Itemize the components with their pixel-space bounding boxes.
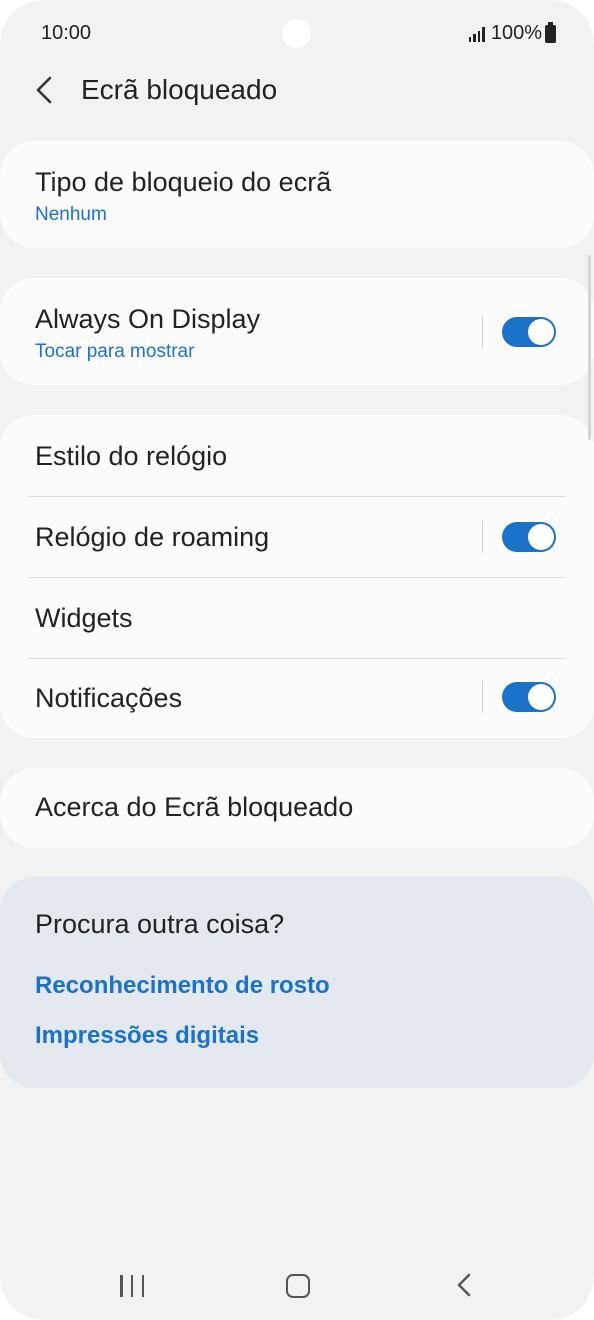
notifications-title: Notificações	[35, 683, 183, 713]
scrollbar[interactable]	[588, 255, 591, 440]
clock-style-row[interactable]: Estilo do relógio	[0, 415, 594, 496]
about-card: Acerca do Ecrã bloqueado	[0, 768, 594, 848]
roaming-clock-title: Relógio de roaming	[35, 522, 270, 552]
row-separator	[482, 316, 483, 348]
lock-type-value: Nenhum	[35, 204, 107, 225]
home-icon[interactable]	[286, 1274, 310, 1298]
about-title: Acerca do Ecrã bloqueado	[35, 792, 354, 822]
back-button[interactable]	[28, 70, 64, 110]
navigation-bar	[0, 1250, 594, 1320]
status-time: 10:00	[41, 22, 92, 44]
chevron-left-icon	[36, 76, 52, 104]
lock-type-title: Tipo de bloqueio do ecrã	[35, 167, 332, 197]
toggle-knob	[528, 524, 554, 550]
always-on-title: Always On Display	[35, 304, 261, 334]
always-on-toggle[interactable]	[502, 317, 556, 347]
status-indicators: 100%	[468, 21, 556, 45]
always-on-row[interactable]: Always On Display Tocar para mostrar	[0, 278, 594, 385]
camera-cutout	[282, 19, 311, 48]
always-on-subtitle: Tocar para mostrar	[35, 341, 195, 362]
roaming-clock-row[interactable]: Relógio de roaming	[0, 497, 594, 577]
app-header: Ecrã bloqueado	[0, 60, 594, 120]
clock-settings-card: Estilo do relógio Relógio de roaming Wid…	[0, 415, 594, 738]
battery-icon	[545, 21, 556, 43]
nav-chevron-left-icon	[457, 1273, 471, 1297]
battery-percent: 100%	[490, 22, 542, 44]
page-title: Ecrã bloqueado	[81, 74, 278, 105]
status-bar: 10:00 100%	[0, 0, 594, 68]
suggestions-panel: Procura outra coisa? Reconhecimento de r…	[0, 877, 594, 1088]
row-separator	[482, 521, 483, 553]
notifications-row[interactable]: Notificações	[0, 659, 594, 738]
notifications-toggle[interactable]	[502, 682, 556, 712]
widgets-title: Widgets	[35, 603, 133, 633]
signal-icon	[468, 26, 485, 42]
toggle-knob	[528, 319, 554, 345]
lock-type-card: Tipo de bloqueio do ecrã Nenhum	[0, 141, 594, 248]
phone-screen: 10:00 100% Ecrã bloqueado Tipo de bloque…	[0, 0, 594, 1320]
lock-type-row[interactable]: Tipo de bloqueio do ecrã Nenhum	[0, 141, 594, 248]
clock-style-title: Estilo do relógio	[35, 441, 228, 471]
always-on-card: Always On Display Tocar para mostrar	[0, 278, 594, 385]
recent-apps-icon[interactable]	[120, 1275, 144, 1297]
face-recognition-link[interactable]: Reconhecimento de rosto	[35, 972, 330, 1000]
roaming-clock-toggle[interactable]	[502, 522, 556, 552]
back-icon[interactable]	[454, 1272, 474, 1298]
suggestions-title: Procura outra coisa?	[35, 909, 285, 939]
widgets-row[interactable]: Widgets	[0, 578, 594, 658]
toggle-knob	[528, 684, 554, 710]
fingerprints-link[interactable]: Impressões digitais	[35, 1022, 259, 1050]
row-separator	[482, 681, 483, 713]
about-row[interactable]: Acerca do Ecrã bloqueado	[0, 768, 594, 848]
